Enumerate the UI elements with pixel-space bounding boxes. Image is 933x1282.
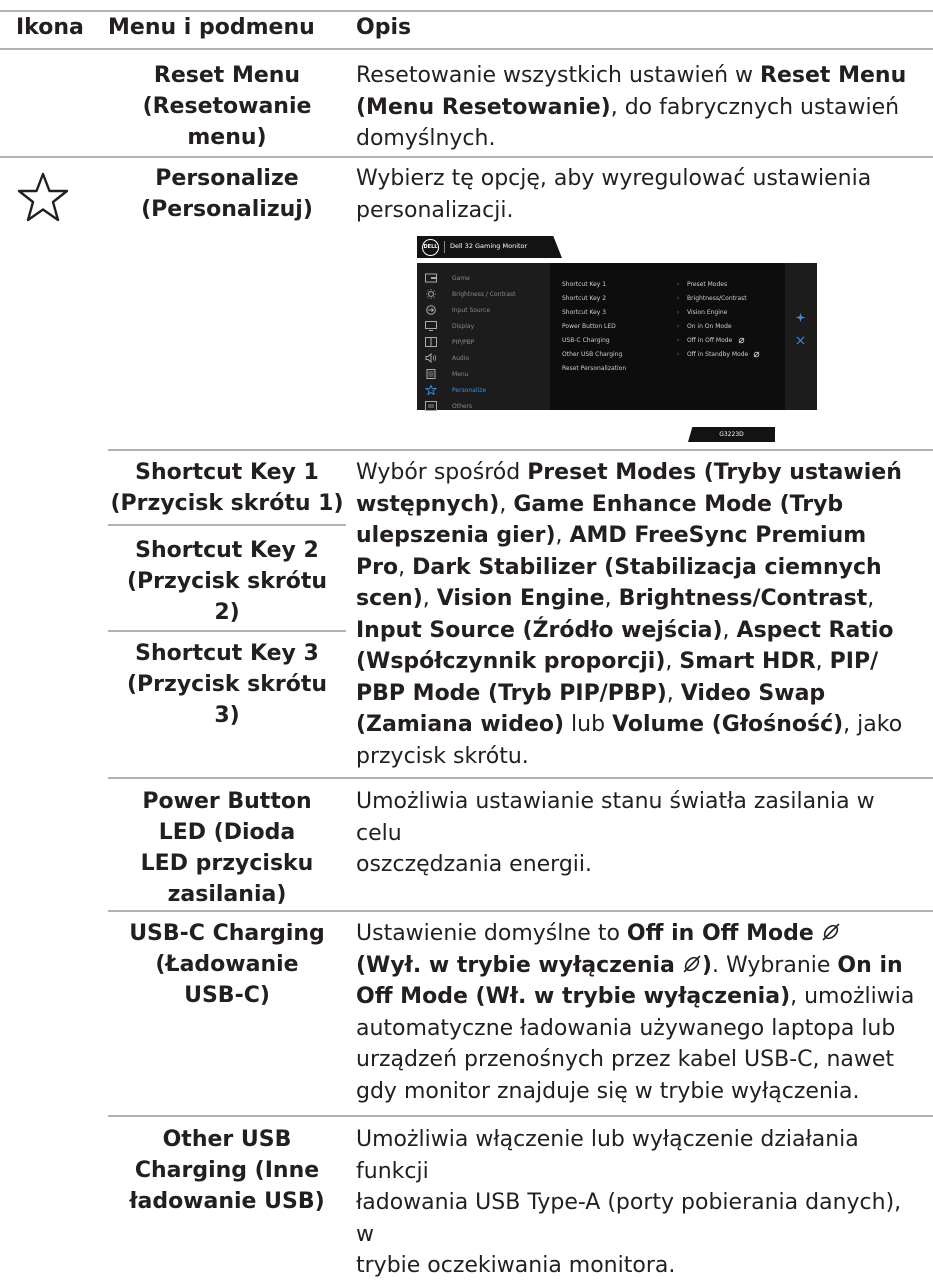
shortcut-row-rule (108, 777, 933, 779)
shortcut-2-rule (108, 630, 346, 632)
osd-nav-game[interactable]: Game (425, 271, 550, 287)
osd-nav-others[interactable]: Others (425, 399, 550, 411)
other-usb-label: Other USB Charging (Inne ładowanie USB) (129, 1127, 325, 1214)
osd-nav-panel: Game Brightness / Contrast Input Source … (417, 263, 550, 411)
reset-row-rule (0, 156, 933, 158)
other-usb-desc: Umożliwia włączenie lub wyłączenie dział… (356, 1127, 902, 1278)
osd-nav-menu[interactable]: Menu (425, 367, 550, 383)
top-rule (0, 10, 933, 12)
osd-row-usbc-charging[interactable]: USB-C Charging › Off in Off Mode (562, 334, 782, 348)
reset-menu-label: Reset Menu (Resetowanie menu) (142, 63, 312, 150)
osd-nav-pip-pbp[interactable]: PIP/PBP (425, 335, 550, 351)
power-led-label: Power Button LED (Dioda LED przycisku za… (140, 789, 314, 907)
header-rule (0, 48, 933, 50)
game-icon (425, 273, 437, 283)
star-icon (425, 385, 437, 395)
eco-leaf-icon (822, 923, 840, 941)
osd-row-shortcut-key-1[interactable]: Shortcut Key 1 › Preset Modes (562, 278, 782, 292)
osd-nav-display[interactable]: Display (425, 319, 550, 335)
osd-nav-personalize[interactable]: Personalize (425, 383, 550, 399)
eco-leaf-icon (738, 337, 745, 344)
dell-logo: DELL (422, 239, 439, 256)
osd-title-separator (444, 241, 445, 253)
close-icon[interactable] (796, 336, 805, 345)
brightness-icon (426, 289, 436, 299)
joystick-icon[interactable] (796, 313, 805, 322)
osd-model-tab: G3223D (688, 427, 775, 442)
audio-icon (425, 353, 437, 363)
osd-row-shortcut-key-2[interactable]: Shortcut Key 2 › Brightness/Contrast (562, 292, 782, 306)
usbc-rule (108, 1115, 933, 1117)
pip-icon (425, 337, 437, 347)
shortcut-key-2-label: Shortcut Key 2 (Przycisk skrótu 2) (126, 538, 327, 625)
shortcut-1-rule (108, 524, 346, 526)
shortcut-desc: Wybór spośród Preset Modes (Tryby ustawi… (356, 460, 903, 769)
personalize-row-rule (108, 449, 933, 451)
display-icon (425, 321, 437, 331)
eco-leaf-icon (683, 954, 701, 973)
reset-menu-desc: Resetowanie wszystkich ustawień w Reset … (356, 63, 907, 151)
power-led-rule (108, 910, 933, 912)
personalize-label: Personalize (Personalizuj) (141, 166, 313, 222)
osd-row-power-button-led[interactable]: Power Button LED › On in On Mode (562, 320, 782, 334)
eco-leaf-icon (753, 351, 760, 358)
header-menu: Menu i podmenu (108, 15, 315, 40)
power-led-desc: Umożliwia ustawianie stanu światła zasil… (356, 789, 875, 877)
osd-nav-brightness[interactable]: Brightness / Contrast (425, 287, 550, 303)
osd-row-shortcut-key-3[interactable]: Shortcut Key 3 › Vision Engine (562, 306, 782, 320)
osd-title-bar: DELL Dell 32 Gaming Monitor (417, 236, 562, 258)
header-desc: Opis (356, 15, 412, 40)
header-icon: Ikona (16, 15, 84, 40)
osd-row-reset-personalization[interactable]: Reset Personalization (562, 362, 782, 376)
menu-icon (426, 369, 436, 379)
osd-nav-input-source[interactable]: Input Source (425, 303, 550, 319)
usbc-charging-desc: Ustawienie domyślne to Off in Off Mode (… (356, 921, 915, 1104)
osd-nav-audio[interactable]: Audio (425, 351, 550, 367)
others-icon (425, 401, 437, 411)
shortcut-key-1-label: Shortcut Key 1 (Przycisk skrótu 1) (110, 460, 344, 516)
osd-title: Dell 32 Gaming Monitor (450, 242, 528, 250)
star-icon (17, 172, 69, 222)
osd-row-other-usb-charging[interactable]: Other USB Charging › Off in Standby Mode (562, 348, 782, 362)
osd-screenshot: DELL Dell 32 Gaming Monitor Game Brightn… (417, 236, 817, 442)
input-source-icon (426, 305, 436, 315)
usbc-charging-label: USB-C Charging (Ładowanie USB-C) (129, 921, 325, 1008)
shortcut-key-3-label: Shortcut Key 3 (Przycisk skrótu 3) (126, 641, 327, 728)
osd-button-panel (785, 263, 817, 410)
personalize-desc: Wybierz tę opcję, aby wyregulować ustawi… (356, 166, 872, 223)
osd-body: Game Brightness / Contrast Input Source … (417, 263, 817, 411)
